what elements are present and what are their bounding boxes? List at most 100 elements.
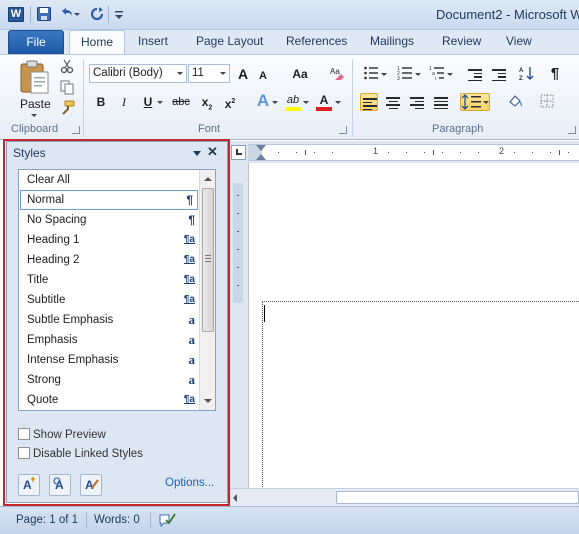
italic-label: I — [122, 95, 126, 109]
tab-review[interactable]: Review — [442, 30, 481, 54]
chevron-down-icon[interactable] — [380, 65, 388, 83]
superscript-button[interactable]: x2 — [221, 93, 239, 111]
tab-references[interactable]: References — [286, 30, 347, 54]
font-launcher-icon[interactable] — [339, 126, 347, 134]
indent-marker-icon[interactable] — [256, 145, 266, 151]
text-effects-button[interactable]: A — [254, 92, 272, 110]
clipboard-launcher-icon[interactable] — [72, 126, 80, 134]
change-case-button[interactable]: Aa — [287, 65, 313, 83]
pane-menu-icon[interactable] — [193, 151, 201, 156]
tab-home[interactable]: Home — [69, 30, 125, 54]
scroll-left-icon[interactable] — [233, 494, 237, 502]
style-item-heading-1[interactable]: Heading 1 ¶a — [19, 230, 199, 250]
multilevel-list-icon[interactable]: 1ai — [428, 65, 446, 83]
italic-button[interactable]: I — [115, 93, 133, 111]
tab-insert[interactable]: Insert — [138, 30, 168, 54]
style-item-no-spacing[interactable]: No Spacing ¶ — [19, 210, 199, 230]
grow-font-button[interactable]: A — [234, 65, 252, 83]
styles-list-scrollbar[interactable] — [199, 170, 215, 410]
tab-file[interactable]: File — [8, 30, 64, 54]
style-item-emphasis[interactable]: Emphasis a — [19, 330, 199, 350]
redo-icon[interactable] — [88, 6, 106, 24]
font-color-button[interactable]: A — [315, 91, 333, 111]
scrollbar-thumb[interactable] — [336, 491, 579, 504]
tab-view[interactable]: View — [506, 30, 532, 54]
shading-icon[interactable] — [506, 93, 524, 111]
underline-button[interactable]: U — [139, 93, 157, 111]
styles-pane: Styles ✕ Clear All Normal ¶ No Spacing ¶ H… — [6, 141, 228, 503]
group-separator — [352, 59, 353, 137]
horizontal-scrollbar[interactable] — [230, 488, 579, 506]
style-item-intense-emphasis[interactable]: Intense Emphasis a — [19, 350, 199, 370]
scroll-down-icon[interactable] — [204, 399, 212, 403]
underline-dropdown-icon[interactable] — [156, 93, 164, 111]
sort-icon[interactable]: AZ — [518, 65, 536, 83]
style-item-quote[interactable]: Quote ¶a — [19, 390, 199, 410]
align-left-button[interactable] — [360, 93, 378, 111]
chevron-down-icon[interactable] — [334, 93, 342, 111]
align-right-button[interactable] — [408, 93, 426, 111]
show-marks-button[interactable]: ¶ — [546, 65, 564, 83]
style-item-title[interactable]: Title ¶a — [19, 270, 199, 290]
manage-styles-icon[interactable]: A — [80, 474, 102, 496]
style-item-clear-all[interactable]: Clear All — [19, 170, 199, 190]
font-size-select[interactable]: 11 — [188, 64, 230, 83]
tab-page-layout[interactable]: Page Layout — [196, 30, 263, 54]
highlight-button[interactable]: ab — [284, 91, 302, 111]
font-family-select[interactable]: Calibri (Body) — [89, 64, 187, 83]
chevron-down-icon[interactable] — [414, 65, 422, 83]
paste-button[interactable]: Paste — [14, 59, 56, 117]
word-app-icon[interactable]: W — [8, 7, 24, 22]
page-count[interactable]: Page: 1 of 1 — [16, 514, 78, 526]
close-icon[interactable]: ✕ — [207, 144, 218, 160]
undo-dropdown-icon[interactable] — [73, 6, 81, 24]
linked-style-icon: ¶a — [183, 254, 195, 265]
tab-mailings[interactable]: Mailings — [370, 30, 414, 54]
word-count[interactable]: Words: 0 — [94, 514, 140, 526]
decrease-indent-icon[interactable] — [466, 65, 484, 83]
new-style-icon[interactable]: A — [18, 474, 40, 496]
borders-icon[interactable] — [538, 93, 556, 111]
show-preview-option[interactable]: Show Preview — [18, 428, 106, 444]
style-item-subtitle[interactable]: Subtitle ¶a — [19, 290, 199, 310]
paragraph-launcher-icon[interactable] — [568, 126, 576, 134]
chevron-down-icon[interactable] — [271, 93, 279, 111]
paste-dropdown-icon[interactable] — [31, 114, 37, 117]
hanging-indent-icon[interactable] — [256, 154, 266, 160]
styles-list[interactable]: Clear All Normal ¶ No Spacing ¶ Heading 1 ¶… — [18, 169, 216, 411]
tab-selector-icon[interactable] — [231, 145, 246, 160]
options-link[interactable]: Options... — [165, 477, 214, 489]
style-item-subtle-emphasis[interactable]: Subtle Emphasis a — [19, 310, 199, 330]
strikethrough-button[interactable]: abc — [170, 93, 192, 111]
disable-linked-option[interactable]: Disable Linked Styles — [18, 447, 143, 463]
clear-formatting-icon[interactable]: Aa — [328, 65, 346, 83]
scrollbar-thumb[interactable] — [202, 188, 214, 332]
chevron-down-icon[interactable] — [302, 93, 310, 111]
subscript-button[interactable]: x2 — [198, 93, 216, 111]
bullets-icon[interactable] — [362, 65, 380, 83]
bold-button[interactable]: B — [92, 93, 110, 111]
qat-separator — [108, 6, 109, 23]
disable-linked-checkbox[interactable] — [18, 447, 30, 459]
style-item-heading-2[interactable]: Heading 2 ¶a — [19, 250, 199, 270]
format-painter-icon[interactable] — [58, 100, 76, 118]
copy-icon[interactable] — [58, 79, 76, 97]
numbering-icon[interactable]: 123 — [396, 65, 414, 83]
shrink-font-button[interactable]: A — [254, 67, 272, 85]
scroll-up-icon[interactable] — [204, 177, 212, 181]
customize-qat-icon[interactable] — [113, 6, 125, 24]
style-inspector-icon[interactable]: A — [49, 474, 71, 496]
line-spacing-button[interactable] — [460, 93, 490, 111]
save-icon[interactable] — [36, 6, 54, 24]
align-center-button[interactable] — [384, 93, 402, 111]
qat-separator — [30, 6, 31, 23]
cut-icon[interactable] — [58, 58, 76, 76]
horizontal-ruler[interactable]: 1 2 — [248, 144, 579, 161]
show-preview-checkbox[interactable] — [18, 428, 30, 440]
style-item-strong[interactable]: Strong a — [19, 370, 199, 390]
justify-button[interactable] — [432, 93, 450, 111]
chevron-down-icon[interactable] — [446, 65, 454, 83]
proofing-icon[interactable] — [158, 512, 176, 528]
increase-indent-icon[interactable] — [490, 65, 508, 83]
style-item-normal[interactable]: Normal ¶ — [20, 190, 198, 210]
